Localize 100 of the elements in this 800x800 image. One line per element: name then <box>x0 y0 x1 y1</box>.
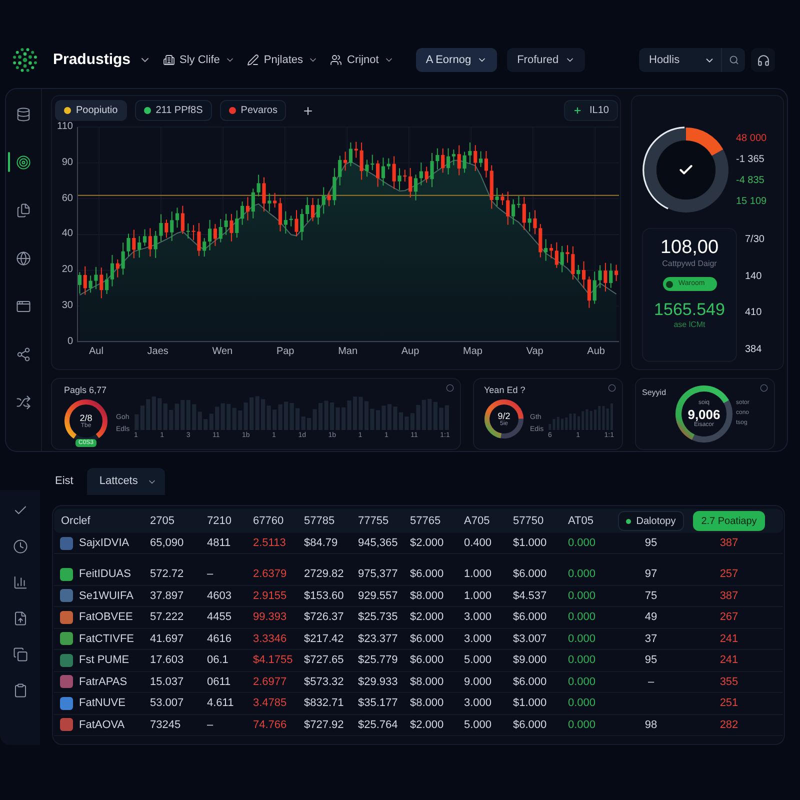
axis-label: 0 <box>67 336 73 348</box>
rising-candle <box>332 168 336 206</box>
falling-candle <box>310 198 315 222</box>
table-cell-text: Fst PUME <box>79 653 130 668</box>
falling-candle <box>538 224 542 258</box>
table-cell-text: 355 <box>718 674 740 690</box>
copy-icon <box>12 646 28 662</box>
table-cell-text: 37 <box>644 632 658 646</box>
share-icon <box>16 346 31 362</box>
shuffle-icon <box>16 394 31 410</box>
nav-menu-item[interactable]: Pnjlates <box>246 48 318 72</box>
filter-chip[interactable]: Dalotopy <box>618 511 684 531</box>
table-cell-text: 975,377 <box>357 567 399 582</box>
falling-candle <box>533 210 537 235</box>
falling-candle <box>490 164 494 210</box>
table-cell-text: 3.000 <box>463 632 493 646</box>
toolbar-button[interactable]: Frofured <box>507 48 585 72</box>
table-cell-text: 9.000 <box>463 674 493 690</box>
toggle-chip[interactable]: 2.7 Poatiapy <box>693 511 765 531</box>
falling-candle <box>344 151 348 172</box>
column-header: AT05 <box>567 514 594 529</box>
circle-icon[interactable] <box>608 384 616 392</box>
legend-pill[interactable]: Pevaros <box>220 100 286 121</box>
table-cell-text: $727.65 <box>303 653 345 668</box>
total-value: 1565.549 <box>654 300 725 320</box>
table-cell-text: 3.000 <box>463 610 493 625</box>
headphones-icon <box>756 54 770 66</box>
falling-candle <box>500 192 504 206</box>
falling-candle <box>424 166 428 184</box>
target-icon <box>16 154 31 170</box>
axis-label: Jaes <box>147 346 168 358</box>
column-header: Orclef <box>60 514 92 529</box>
table-cell-text: 97 <box>644 567 658 582</box>
select-field[interactable]: Hodlis <box>639 48 721 72</box>
toolbar-button[interactable]: A Eornog <box>416 48 498 72</box>
logo-icon <box>12 47 38 73</box>
table-cell-text: 3.000 <box>463 696 493 711</box>
table-cell-text: – <box>646 674 656 690</box>
table-cell-text: 241 <box>718 632 740 646</box>
circle-icon[interactable] <box>446 384 454 392</box>
gauge-value: 2/8 <box>80 412 92 422</box>
rising-candle <box>121 242 125 276</box>
stat-caption: Cattpywd Daigr <box>662 259 717 269</box>
brand-name: Pradustigs <box>53 50 131 70</box>
people-icon <box>330 54 342 66</box>
falling-candle <box>230 214 234 242</box>
table-cell-text: $6.000 <box>409 632 445 646</box>
headset-button[interactable] <box>751 48 775 72</box>
table-cell-text: 98 <box>644 718 658 732</box>
table-cell-text: $2.000 <box>409 718 445 732</box>
rising-candle <box>462 151 466 174</box>
table-cell-text: $25.779 <box>357 653 399 668</box>
nav-menu-item[interactable]: Sly Clife <box>162 48 235 72</box>
table-cell-text: 4616 <box>206 632 232 646</box>
column-header: 2705 <box>149 514 176 529</box>
legend-pill[interactable]: 211 PPf8S <box>134 100 212 121</box>
table-cell-text: 929.557 <box>357 588 399 604</box>
falling-candle <box>376 160 380 188</box>
column-header: 7210 <box>206 514 232 529</box>
table-cell-text: 0.000 <box>567 696 597 711</box>
falling-candle <box>148 228 152 258</box>
table-cell-text: 0.000 <box>567 588 597 604</box>
column-header: 57785 <box>303 514 336 529</box>
circle-icon[interactable] <box>760 384 768 392</box>
table-cell-text: 241 <box>718 653 740 668</box>
table-cell-text: $6.000 <box>512 567 548 582</box>
table-cell-text: FatAOVA <box>79 718 125 732</box>
gauge-value: 9,006 <box>688 406 720 422</box>
falling-candle <box>403 169 407 182</box>
interval-button[interactable]: IL10 <box>564 100 618 121</box>
falling-candle <box>100 267 104 299</box>
falling-candle <box>327 191 331 207</box>
plus-icon <box>572 106 582 115</box>
falling-candle <box>213 223 217 246</box>
table-cell-text: 17.603 <box>149 653 185 668</box>
plus-icon <box>302 104 314 116</box>
rising-candle <box>598 264 602 288</box>
side-value: 410 <box>745 307 763 320</box>
rising-candle <box>78 272 82 294</box>
search-button[interactable] <box>721 48 745 72</box>
falling-candle <box>180 205 184 234</box>
clipboard-icon <box>12 682 28 698</box>
filter-dropdown[interactable]: Lattcets <box>87 468 166 495</box>
side-value: 7/30 <box>745 234 764 246</box>
table-cell-text: 1.000 <box>463 588 493 604</box>
table-cell-text: $4.1755 <box>252 653 294 668</box>
table-cell-text: 37.897 <box>149 588 185 604</box>
gauge-ring <box>484 400 524 438</box>
table-cell-text: 251 <box>718 696 740 711</box>
table-cell-text: 4811 <box>206 536 232 551</box>
table-cell-text: FatNUVE <box>79 696 126 711</box>
nav-menu-item[interactable]: Crijnot <box>330 48 394 72</box>
table-cell-text: 257 <box>718 567 740 582</box>
table-cell-text: 57.222 <box>149 610 185 625</box>
rising-candle <box>186 222 190 240</box>
falling-candle <box>441 148 445 174</box>
table-cell-text: 73245 <box>149 718 182 732</box>
table-cell-text: $832.71 <box>303 696 345 711</box>
falling-candle <box>132 229 136 259</box>
legend-pill[interactable]: Poopiutio <box>55 100 127 121</box>
